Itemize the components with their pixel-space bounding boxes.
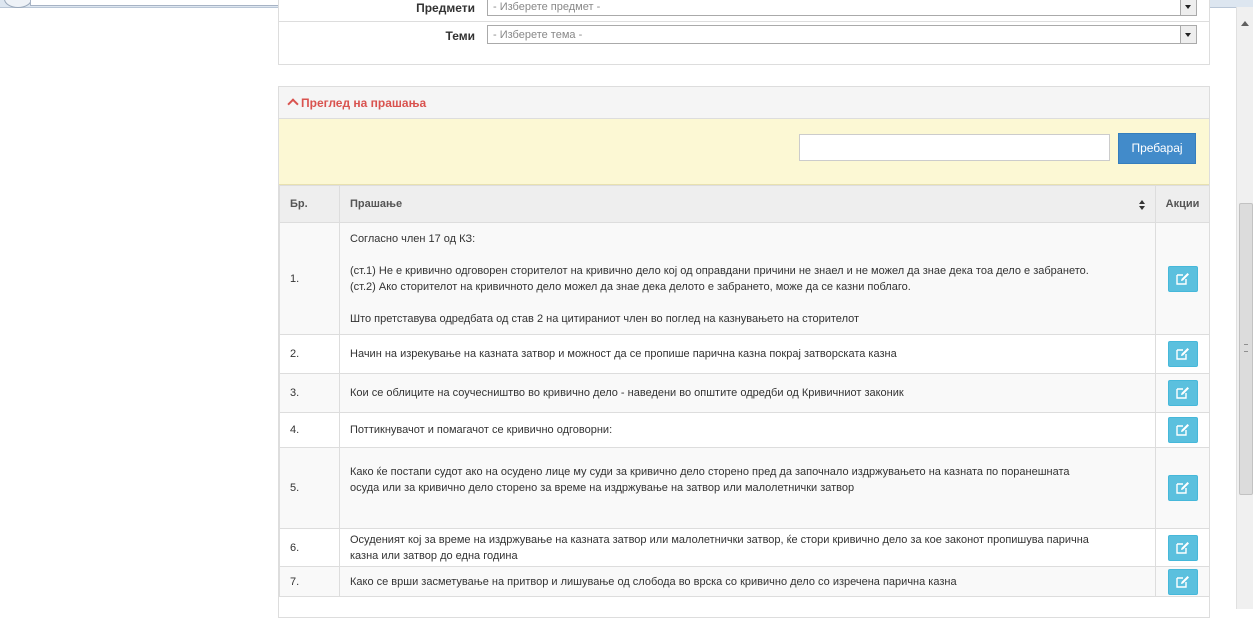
row-actions bbox=[1155, 447, 1210, 529]
question-line: осуда или за кривично дело сторено за вр… bbox=[350, 482, 855, 494]
row-actions bbox=[1155, 566, 1210, 597]
edit-button[interactable] bbox=[1167, 534, 1198, 561]
edit-icon bbox=[1175, 424, 1189, 436]
edit-button[interactable] bbox=[1167, 568, 1198, 595]
scrollbar-grip bbox=[1244, 344, 1248, 352]
topic-label: Теми bbox=[445, 29, 475, 43]
question-line: казна или затвор до една година bbox=[350, 549, 518, 562]
edit-icon bbox=[1175, 541, 1189, 554]
questions-panel: Преглед на прашања Пребарај Бр. Прашање … bbox=[278, 86, 1210, 618]
questions-table-body: 1. Согласно член 17 од КЗ: (ст.1) Не е кри… bbox=[279, 222, 1210, 597]
subject-select-value: - Изберете предмет - bbox=[493, 1, 601, 13]
question-line: Начин на изрекување на казната затвор и … bbox=[350, 348, 897, 360]
questions-table: Бр. Прашање Акции 1. Согласно член 17 од … bbox=[279, 185, 1210, 597]
panel-heading[interactable]: Преглед на прашања bbox=[279, 87, 1209, 119]
page-scrollbar[interactable] bbox=[1236, 7, 1253, 609]
question-text: Начин на изрекување на казната затвор и … bbox=[339, 334, 1156, 374]
question-line bbox=[350, 247, 1155, 263]
scroll-up-icon[interactable] bbox=[1241, 21, 1249, 26]
row-number: 3. bbox=[279, 373, 340, 413]
column-header-question[interactable]: Прашање bbox=[339, 185, 1156, 223]
chevron-up-icon bbox=[287, 98, 299, 110]
column-header-actions: Акции bbox=[1155, 185, 1210, 223]
edit-icon bbox=[1175, 348, 1189, 360]
edit-button[interactable] bbox=[1167, 265, 1198, 292]
row-actions bbox=[1155, 528, 1210, 567]
question-line: Осуденият кој за време на издржување на … bbox=[350, 533, 1089, 546]
question-line: Како ќе постапи судот ако на осудено лиц… bbox=[350, 466, 1070, 478]
edit-button[interactable] bbox=[1167, 475, 1198, 501]
question-text: Како се врши засметување на притвор и ли… bbox=[339, 566, 1156, 597]
filter-row-subject: Предмети - Изберете предмет - bbox=[279, 0, 1209, 22]
search-bar: Пребарај bbox=[279, 119, 1209, 185]
edit-icon bbox=[1175, 575, 1189, 588]
filter-row-topic: Теми - Изберете тема - bbox=[279, 22, 1209, 49]
table-row: 5. Како ќе постапи судот ако на осудено л… bbox=[279, 447, 1210, 529]
topic-select[interactable]: - Изберете тема - bbox=[487, 25, 1197, 44]
scrollbar-thumb[interactable] bbox=[1239, 203, 1253, 495]
edit-icon bbox=[1175, 387, 1189, 399]
edit-button[interactable] bbox=[1167, 341, 1198, 367]
column-header-question-label: Прашање bbox=[350, 198, 403, 210]
question-line: Поттикнувачот и помагачот се кривично од… bbox=[350, 424, 613, 436]
row-actions bbox=[1155, 222, 1210, 335]
row-actions bbox=[1155, 373, 1210, 413]
table-row: 7. Како се врши засметување на притвор и … bbox=[279, 566, 1210, 597]
row-number: 6. bbox=[279, 528, 340, 567]
question-line: (ст.2) Ако сторителот на кривичното дело… bbox=[350, 280, 911, 293]
question-line: (ст.1) Не е кривично одговорен сторитело… bbox=[350, 264, 1089, 277]
question-line: Како се врши засметување на притвор и ли… bbox=[350, 575, 957, 588]
chevron-down-icon[interactable] bbox=[1180, 26, 1196, 43]
question-line bbox=[350, 295, 1155, 311]
question-line: Кои се облиците на соучесништво во криви… bbox=[350, 387, 904, 399]
edit-icon bbox=[1175, 482, 1189, 494]
question-text: Поттикнувачот и помагачот се кривично од… bbox=[339, 412, 1156, 448]
row-number: 7. bbox=[279, 566, 340, 597]
table-row: 1. Согласно член 17 од КЗ: (ст.1) Не е кри… bbox=[279, 222, 1210, 335]
subject-label: Предмети bbox=[416, 1, 475, 15]
sort-icon[interactable] bbox=[1139, 200, 1145, 210]
row-actions bbox=[1155, 412, 1210, 448]
edit-button[interactable] bbox=[1167, 417, 1198, 443]
table-row: 4. Поттикнувачот и помагачот се кривично … bbox=[279, 412, 1210, 448]
question-line: Што претставува одредбата од став 2 на ц… bbox=[350, 312, 860, 325]
edit-button[interactable] bbox=[1167, 380, 1198, 406]
row-number: 2. bbox=[279, 334, 340, 374]
question-text: Согласно член 17 од КЗ: (ст.1) Не е криви… bbox=[339, 222, 1156, 335]
topic-select-value: - Изберете тема - bbox=[493, 29, 583, 41]
filter-panel: Предмети - Изберете предмет - Теми - Изб… bbox=[278, 0, 1210, 65]
row-number: 5. bbox=[279, 447, 340, 529]
chevron-down-icon[interactable] bbox=[1180, 0, 1196, 15]
search-input[interactable] bbox=[799, 134, 1110, 161]
question-text: Како ќе постапи судот ако на осудено лиц… bbox=[339, 447, 1156, 529]
row-number: 4. bbox=[279, 412, 340, 448]
panel-title-text: Преглед на прашања bbox=[301, 96, 427, 110]
question-text: Осуденият кој за време на издржување на … bbox=[339, 528, 1156, 567]
table-row: 3. Кои се облиците на соучесништво во кри… bbox=[279, 373, 1210, 413]
edit-icon bbox=[1175, 272, 1189, 285]
subject-select[interactable]: - Изберете предмет - bbox=[487, 0, 1197, 16]
browser-back-button[interactable] bbox=[4, 0, 32, 8]
table-row: 2. Начин на изрекување на казната затвор … bbox=[279, 334, 1210, 374]
table-row: 6. Осуденият кој за време на издржување н… bbox=[279, 528, 1210, 567]
table-header-row: Бр. Прашање Акции bbox=[279, 185, 1210, 223]
row-actions bbox=[1155, 334, 1210, 374]
column-header-number: Бр. bbox=[279, 185, 340, 223]
question-line bbox=[350, 496, 1155, 512]
panel-title[interactable]: Преглед на прашања bbox=[287, 96, 427, 110]
row-number: 1. bbox=[279, 222, 340, 335]
search-button[interactable]: Пребарај bbox=[1118, 133, 1196, 164]
question-text: Кои се облиците на соучесништво во криви… bbox=[339, 373, 1156, 413]
question-line: Согласно член 17 од КЗ: bbox=[350, 232, 476, 245]
